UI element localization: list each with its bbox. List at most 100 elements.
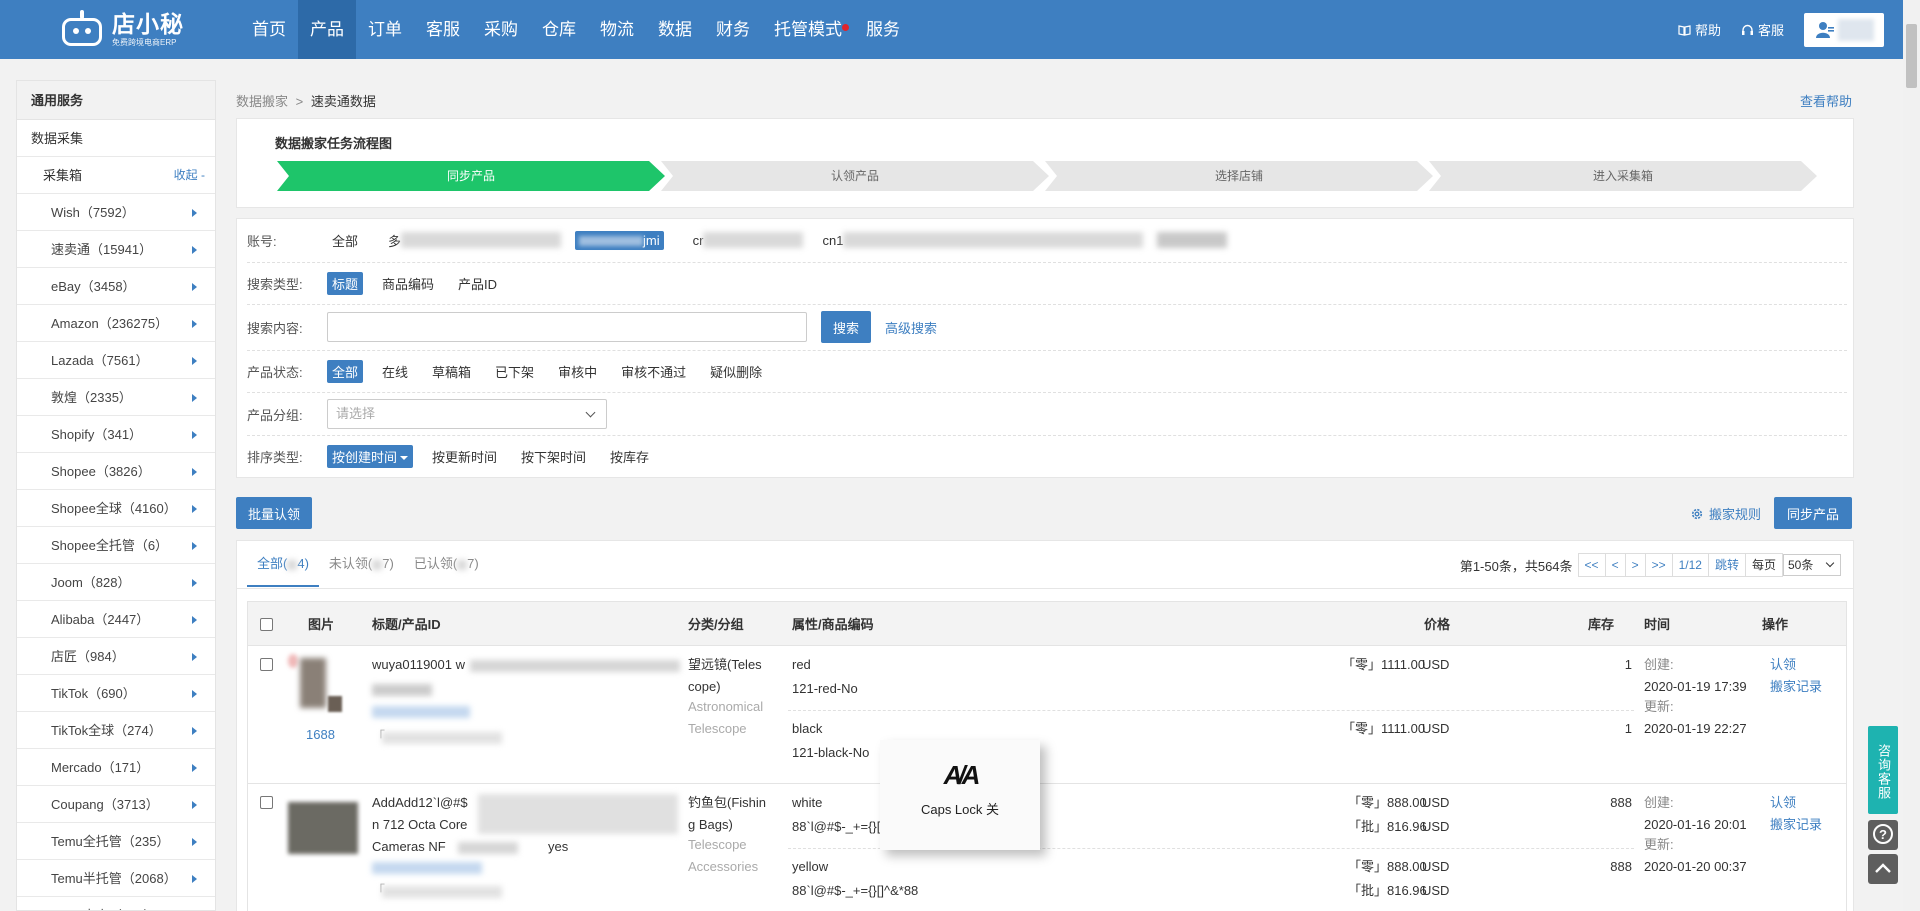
product-source-1688[interactable]: 1688	[306, 724, 335, 746]
prev-page-button[interactable]: <	[1604, 553, 1626, 577]
sidebar-platform-item[interactable]: Shopify（341）	[17, 416, 215, 453]
account-all[interactable]: 全部	[327, 229, 363, 252]
help-float-button[interactable]: ?	[1868, 820, 1898, 850]
sort-updated[interactable]: 按更新时间	[427, 445, 502, 468]
next-page-button[interactable]: >	[1624, 553, 1646, 577]
sidebar-platform-item[interactable]: Temu半托管（2068）	[17, 860, 215, 897]
updated-time: 2020-01-20 00:37	[1644, 859, 1747, 874]
status-online[interactable]: 在线	[377, 360, 413, 383]
collapse-toggle[interactable]: 收起 -	[174, 157, 205, 194]
sidebar-platform-item[interactable]: 店匠（984）	[17, 638, 215, 675]
nav-hosting-mode[interactable]: 托管模式	[762, 0, 854, 59]
account-option-2[interactable]: jmi	[575, 230, 664, 250]
sidebar-platform-item[interactable]: Lazada（7561）	[17, 342, 215, 379]
per-page-select[interactable]: 50条	[1783, 554, 1841, 576]
product-image[interactable]	[288, 654, 344, 714]
account-option-1[interactable]: 多	[383, 229, 401, 252]
migration-record-link[interactable]: 搬家记录	[1770, 676, 1822, 698]
status-offline[interactable]: 已下架	[490, 360, 539, 383]
status-all[interactable]: 全部	[327, 359, 364, 383]
search-type-product-id[interactable]: 产品ID	[453, 272, 502, 295]
row-checkbox[interactable]	[260, 796, 273, 809]
sort-created[interactable]: 按创建时间	[327, 444, 414, 468]
sidebar-platform-item[interactable]: 速卖通（15941）	[17, 231, 215, 268]
sidebar-platform-item[interactable]: Coupang（3713）	[17, 786, 215, 823]
search-button[interactable]: 搜索	[821, 311, 872, 343]
sidebar-platform-item[interactable]: Shopee（3826）	[17, 453, 215, 490]
batch-claim-button[interactable]: 批量认领	[236, 497, 313, 529]
sidebar-platform-item[interactable]: Wish（7592）	[17, 194, 215, 231]
help-link[interactable]: 帮助	[1678, 20, 1721, 39]
sidebar-platform-item[interactable]: TikTok（690）	[17, 675, 215, 712]
nav-orders[interactable]: 订单	[356, 0, 414, 59]
caret-right-icon	[192, 579, 197, 587]
tab-unclaimed[interactable]: 未认领(7)	[319, 541, 404, 587]
select-all-checkbox[interactable]	[260, 618, 273, 631]
migration-record-link[interactable]: 搬家记录	[1770, 814, 1822, 836]
product-image[interactable]	[288, 802, 358, 854]
account-option-4[interactable]: cn1	[817, 231, 843, 250]
sidebar-platform-item[interactable]: eBay（3458）	[17, 268, 215, 305]
sidebar-platform-item[interactable]: Temu全托管（235）	[17, 823, 215, 860]
service-link[interactable]: 客服	[1741, 20, 1784, 39]
nav-customer-service[interactable]: 客服	[414, 0, 472, 59]
view-help-link[interactable]: 查看帮助	[1800, 91, 1852, 110]
nav-finance[interactable]: 财务	[704, 0, 762, 59]
sidebar-platform-item[interactable]: TikTok全球（274）	[17, 712, 215, 749]
sort-stock[interactable]: 按库存	[605, 445, 654, 468]
logo-subtitle: 免费跨境电商ERP	[112, 38, 177, 47]
sidebar-platform-item[interactable]: Mercado（171）	[17, 749, 215, 786]
variant-currency: USD	[1422, 721, 1450, 736]
nav-services[interactable]: 服务	[854, 0, 912, 59]
sidebar-platform-item[interactable]: Shopee全球（4160）	[17, 490, 215, 527]
sync-products-button[interactable]: 同步产品	[1774, 497, 1852, 529]
user-menu[interactable]	[1804, 12, 1884, 47]
jump-button[interactable]: 跳转	[1707, 553, 1746, 577]
page-scrollbar[interactable]	[1903, 0, 1920, 911]
sidebar-platform-item[interactable]: Shopee全托管（6）	[17, 527, 215, 564]
status-draft[interactable]: 草稿箱	[427, 360, 476, 383]
nav-warehouse[interactable]: 仓库	[530, 0, 588, 59]
sidebar-platform-label: Coupang（3713）	[51, 797, 159, 812]
advanced-search-link[interactable]: 高级搜索	[885, 318, 937, 337]
flow-step-sync: 同步产品	[277, 161, 665, 191]
nav-data[interactable]: 数据	[646, 0, 704, 59]
col-category: 分类/分组	[688, 617, 744, 632]
nav-product[interactable]: 产品	[298, 0, 356, 59]
claim-link[interactable]: 认领	[1770, 654, 1796, 676]
sort-offline[interactable]: 按下架时间	[516, 445, 591, 468]
sidebar-collection-box[interactable]: 采集箱 收起 -	[17, 157, 215, 194]
group-row: 产品分组: 请选择	[247, 393, 607, 435]
status-reviewing[interactable]: 审核中	[553, 360, 602, 383]
sidebar-platform-item[interactable]: Temu本土（170）	[17, 897, 215, 910]
migration-rules-link[interactable]: 搬家规则	[1690, 504, 1761, 523]
consult-service-button[interactable]: 咨询客服	[1868, 726, 1898, 814]
scrollbar-thumb[interactable]	[1906, 24, 1917, 88]
back-to-top-button[interactable]	[1868, 854, 1898, 884]
sidebar-data-collection[interactable]: 数据采集	[17, 120, 215, 157]
first-page-button[interactable]: <<	[1577, 553, 1606, 577]
sidebar-platform-item[interactable]: 敦煌（2335）	[17, 379, 215, 416]
page-indicator[interactable]: 1/12	[1671, 553, 1709, 577]
breadcrumb-parent[interactable]: 数据搬家	[236, 94, 288, 109]
nav-purchase[interactable]: 采购	[472, 0, 530, 59]
sidebar-platform-item[interactable]: Joom（828）	[17, 564, 215, 601]
group-select[interactable]: 请选择	[327, 399, 607, 429]
nav-logistics[interactable]: 物流	[588, 0, 646, 59]
variant-stock: 888	[1610, 795, 1632, 810]
search-type-sku[interactable]: 商品编码	[377, 272, 439, 295]
status-rejected[interactable]: 审核不通过	[616, 360, 691, 383]
last-page-button[interactable]: >>	[1644, 553, 1673, 577]
claim-link[interactable]: 认领	[1770, 792, 1796, 814]
tab-claimed[interactable]: 已认领(7)	[404, 541, 489, 587]
search-type-title[interactable]: 标题	[327, 271, 364, 295]
sidebar-platform-item[interactable]: Alibaba（2447）	[17, 601, 215, 638]
logo[interactable]: 店小秘 免费跨境电商ERP	[60, 10, 184, 50]
nav-home[interactable]: 首页	[240, 0, 298, 59]
search-input[interactable]	[327, 312, 807, 342]
tab-all[interactable]: 全部(4)	[247, 541, 319, 587]
sidebar-platform-item[interactable]: Amazon（236275）	[17, 305, 215, 342]
status-suspected-deleted[interactable]: 疑似删除	[705, 360, 767, 383]
row-checkbox[interactable]	[260, 658, 273, 671]
account-option-3[interactable]: cr	[688, 231, 704, 250]
